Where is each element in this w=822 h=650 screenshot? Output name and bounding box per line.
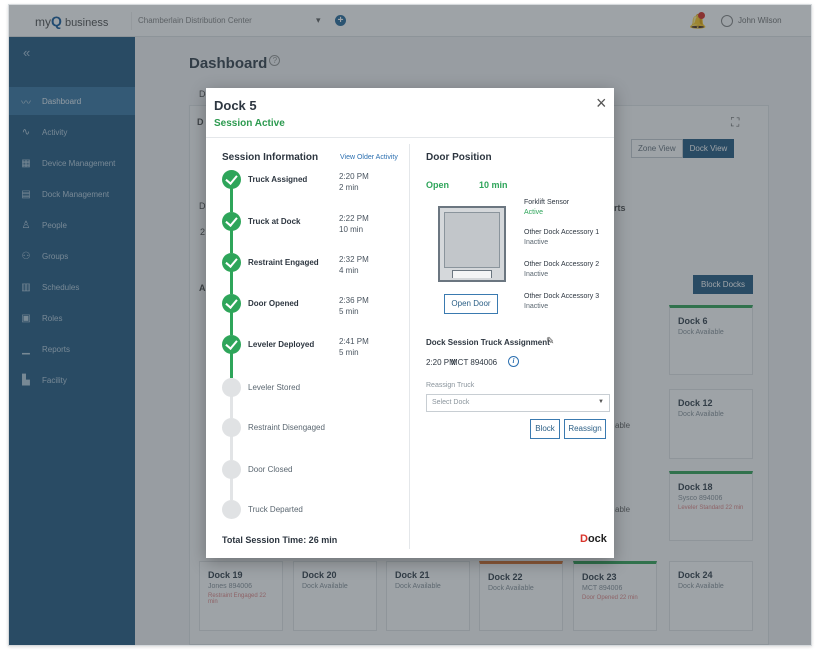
timeline-connector xyxy=(230,396,233,418)
step-label: Door Opened xyxy=(248,299,299,308)
step-label: Leveler Deployed xyxy=(248,340,315,349)
door-position-title: Door Position xyxy=(426,152,492,163)
select-dock-dropdown[interactable]: Select Dock ▼ xyxy=(426,394,610,412)
session-info-title: Session Information xyxy=(222,152,319,163)
timeline-connector xyxy=(230,478,233,500)
door-duration: 10 min xyxy=(479,180,508,190)
app-window: myQ business Chamberlain Distribution Ce… xyxy=(8,4,812,646)
open-door-button[interactable]: Open Door xyxy=(444,294,498,314)
accessory-status: Other Dock Accessory 3 Inactive xyxy=(524,292,599,312)
timeline-connector xyxy=(230,188,233,212)
step-clock-time: 2:41 PM xyxy=(339,337,369,346)
block-button[interactable]: Block xyxy=(530,419,560,439)
door-panel xyxy=(444,212,500,268)
step-label: Truck Assigned xyxy=(248,175,308,184)
check-circle-icon xyxy=(222,294,241,313)
accessory-state: Active xyxy=(524,209,544,216)
step-duration: 10 min xyxy=(339,225,364,234)
pending-circle-icon xyxy=(222,500,241,519)
leveler-shape xyxy=(452,270,492,278)
close-icon[interactable]: × xyxy=(596,94,607,112)
step-duration: 5 min xyxy=(339,348,359,357)
step-clock-time: 2:20 PM xyxy=(339,172,369,181)
door-status: Open xyxy=(426,180,450,190)
truck-assignment-title: Dock Session Truck Assignment xyxy=(426,338,550,347)
divider xyxy=(206,137,614,138)
check-circle-icon xyxy=(222,170,241,189)
step-time: 2:36 PM 5 min xyxy=(339,295,369,317)
check-circle-icon xyxy=(222,253,241,272)
divider xyxy=(409,144,410,549)
total-session-time: Total Session Time: 26 min xyxy=(222,535,338,545)
accessory-status: Other Dock Accessory 1 Inactive xyxy=(524,228,599,248)
accessory-status: Other Dock Accessory 2 Inactive xyxy=(524,260,599,280)
pending-circle-icon xyxy=(222,418,241,437)
accessory-state: Inactive xyxy=(524,271,549,278)
accessory-state: Inactive xyxy=(524,303,549,310)
step-label: Restraint Disengaged xyxy=(248,423,325,432)
accessory-name: Other Dock Accessory 3 xyxy=(524,293,600,300)
modal-title: Dock 5 xyxy=(214,98,257,113)
step-label: Door Closed xyxy=(248,465,293,474)
accessory-name: Forklift Sensor xyxy=(524,199,570,206)
step-clock-time: 2:36 PM xyxy=(339,296,369,305)
pencil-icon[interactable]: ✎ xyxy=(546,336,554,347)
dock-brand-logo: Dock xyxy=(580,533,607,545)
step-label: Restraint Engaged xyxy=(248,258,319,267)
accessory-name: Other Dock Accessory 2 xyxy=(524,261,600,268)
chevron-down-icon: ▼ xyxy=(598,399,604,405)
accessory-status: Forklift Sensor Active xyxy=(524,198,569,218)
check-circle-icon xyxy=(222,335,241,354)
pending-circle-icon xyxy=(222,378,241,397)
check-circle-icon xyxy=(222,212,241,231)
step-clock-time: 2:32 PM xyxy=(339,255,369,264)
accessory-state: Inactive xyxy=(524,239,549,246)
timeline-connector xyxy=(230,436,233,460)
step-time: 2:22 PM 10 min xyxy=(339,213,369,235)
timeline-connector xyxy=(230,312,233,335)
info-icon[interactable]: i xyxy=(508,356,519,367)
step-time: 2:32 PM 4 min xyxy=(339,254,369,276)
step-time: 2:41 PM 5 min xyxy=(339,336,369,358)
dock-session-modal: Dock 5 Session Active × Session Informat… xyxy=(206,88,614,558)
timeline-connector xyxy=(230,230,233,253)
step-clock-time: 2:22 PM xyxy=(339,214,369,223)
step-label: Leveler Stored xyxy=(248,383,301,392)
step-label: Truck Departed xyxy=(248,505,303,514)
timeline-connector xyxy=(230,271,233,294)
step-duration: 5 min xyxy=(339,307,359,316)
step-duration: 4 min xyxy=(339,266,359,275)
accessory-name: Other Dock Accessory 1 xyxy=(524,229,600,236)
dock-door-icon xyxy=(438,206,506,282)
timeline-connector xyxy=(230,353,233,378)
pending-circle-icon xyxy=(222,460,241,479)
reassign-button[interactable]: Reassign xyxy=(564,419,606,439)
step-time: 2:20 PM 2 min xyxy=(339,171,369,193)
reassign-label: Reassign Truck xyxy=(426,382,475,389)
assignment-truck: MCT 894006 xyxy=(451,358,498,367)
view-older-activity-link[interactable]: View Older Activity xyxy=(340,154,398,161)
session-status: Session Active xyxy=(214,118,285,129)
step-duration: 2 min xyxy=(339,183,359,192)
step-label: Truck at Dock xyxy=(248,217,301,226)
